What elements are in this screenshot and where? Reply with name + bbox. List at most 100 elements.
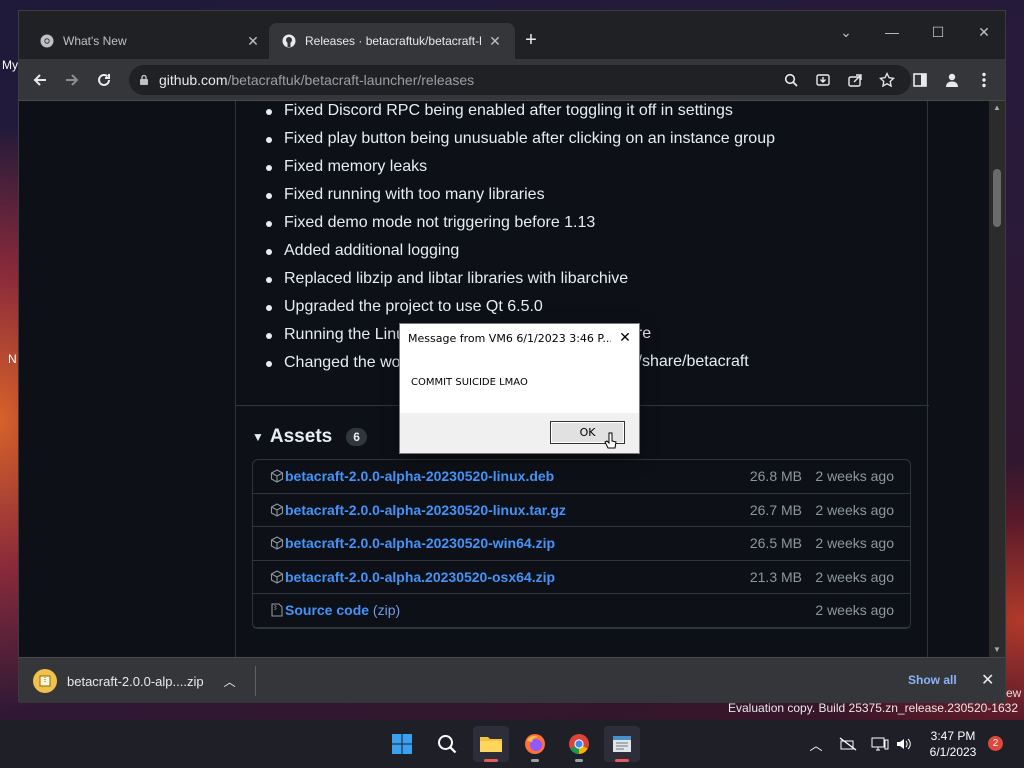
dialog-title: Message from VM6 6/1/2023 3:46 P... <box>408 331 611 345</box>
close-icon[interactable]: ✕ <box>981 670 994 690</box>
volume-icon[interactable] <box>894 734 914 754</box>
back-arrow-icon[interactable] <box>27 67 53 93</box>
new-tab-button[interactable]: + <box>517 27 545 55</box>
triangle-down-icon: ▼ <box>252 430 264 444</box>
url-host: github.com <box>159 72 228 88</box>
evaluation-watermark: Evaluation copy. Build 25375.zn_release.… <box>728 701 1018 715</box>
scroll-thumb[interactable] <box>993 169 1001 227</box>
assets-count-badge: 6 <box>346 428 367 446</box>
forward-arrow-icon[interactable] <box>59 67 85 93</box>
asset-size: 26.8 MB <box>749 468 802 485</box>
asset-date: 2 weeks ago <box>815 568 894 585</box>
tab-whats-new[interactable]: What's New ✕ <box>27 23 273 59</box>
reload-icon[interactable] <box>91 67 117 93</box>
asset-date: 2 weeks ago <box>815 535 894 552</box>
side-panel-icon[interactable] <box>907 67 933 93</box>
desktop-icon-label: My <box>2 58 18 72</box>
divider <box>255 666 256 696</box>
asset-date: 2 weeks ago <box>815 602 894 619</box>
download-item[interactable]: betacraft-2.0.0-alp....zip ︿ <box>33 664 236 698</box>
package-icon <box>269 468 285 484</box>
dialog-titlebar: Message from VM6 6/1/2023 3:46 P... ✕ <box>400 324 639 352</box>
close-icon[interactable]: ✕ <box>245 33 261 49</box>
firefox-icon[interactable] <box>517 726 553 762</box>
zoom-icon[interactable] <box>779 68 803 92</box>
table-row: betacraft-2.0.0-alpha-20230520-linux.tar… <box>253 494 910 527</box>
tab-title: Releases · betacraftuk/betacraft-l <box>305 34 482 48</box>
display-icon[interactable] <box>870 734 890 754</box>
package-icon <box>269 535 285 551</box>
close-window-button[interactable]: ✕ <box>961 17 1007 47</box>
asset-size: 26.7 MB <box>749 501 802 518</box>
tab-title: What's New <box>63 34 127 48</box>
assets-list: betacraft-2.0.0-alpha-20230520-linux.deb… <box>252 459 911 629</box>
table-row: betacraft-2.0.0-alpha-20230520-win64.zip… <box>253 527 910 561</box>
lock-icon[interactable] <box>139 74 149 86</box>
scrollbar[interactable]: ▲ ▼ <box>989 101 1005 657</box>
asset-link[interactable]: betacraft-2.0.0-alpha-20230520-win64.zip <box>285 535 712 551</box>
chevron-up-icon[interactable]: ︿ <box>806 734 826 754</box>
maximize-button[interactable]: ☐ <box>915 17 961 47</box>
close-icon[interactable]: ✕ <box>611 330 639 346</box>
install-app-icon[interactable] <box>811 68 835 92</box>
list-item: Upgraded the project to use Qt 6.5.0 <box>266 293 775 321</box>
desktop-edge-text: ew <box>1006 686 1022 700</box>
file-zip-icon <box>269 602 285 618</box>
scroll-down-icon[interactable]: ▼ <box>989 643 1005 657</box>
download-shelf: betacraft-2.0.0-alp....zip ︿ Show all ✕ <box>19 657 1005 703</box>
download-filename: betacraft-2.0.0-alp....zip <box>67 673 204 689</box>
table-row: betacraft-2.0.0-alpha.20230520-osx64.zip… <box>253 561 910 594</box>
chrome-icon[interactable] <box>561 726 597 762</box>
list-item: Fixed Discord RPC being enabled after to… <box>266 101 775 125</box>
address-bar[interactable]: github.com/betacraftuk/betacraft-launche… <box>129 65 911 95</box>
notification-badge[interactable]: 2 <box>988 736 1003 751</box>
profile-icon[interactable] <box>939 67 965 93</box>
source-code-link[interactable]: Source code (zip) <box>285 602 712 618</box>
show-all-link[interactable]: Show all <box>908 673 957 687</box>
chrome-icon <box>39 33 55 49</box>
bookmark-star-icon[interactable] <box>875 68 899 92</box>
network-disconnected-icon[interactable] <box>838 734 858 754</box>
tab-search-icon[interactable]: ⌄ <box>823 17 869 47</box>
share-icon[interactable] <box>843 68 867 92</box>
assets-title: Assets <box>269 426 333 447</box>
list-item: Fixed demo mode not triggering before 1.… <box>266 209 775 237</box>
assets-header[interactable]: ▼ Assets 6 <box>252 426 367 448</box>
scroll-up-icon[interactable]: ▲ <box>989 101 1005 115</box>
start-button[interactable] <box>384 726 420 762</box>
asset-link[interactable]: betacraft-2.0.0-alpha.20230520-osx64.zip <box>285 569 712 585</box>
system-clock[interactable]: 3:47 PM 6/1/2023 <box>922 728 984 760</box>
clock-time: 3:47 PM <box>930 729 976 743</box>
asset-date: 2 weeks ago <box>815 501 894 518</box>
list-item: Replaced libzip and libtar libraries wit… <box>266 265 775 293</box>
table-row: betacraft-2.0.0-alpha-20230520-linux.deb… <box>253 460 910 494</box>
source-code-label: Source code <box>285 602 370 619</box>
source-format: (zip) <box>372 602 401 619</box>
tab-strip: What's New ✕ Releases · betacraftuk/beta… <box>19 11 1005 59</box>
zip-file-icon <box>33 669 57 693</box>
note-visible-tail: l/share/betacraft <box>634 353 749 370</box>
asset-size: 21.3 MB <box>749 568 802 585</box>
package-icon <box>269 502 285 518</box>
url-path: /betacraftuk/betacraft-launcher/releases <box>227 72 475 88</box>
menu-kebab-icon[interactable] <box>971 67 997 93</box>
notepad-icon[interactable] <box>604 726 640 762</box>
package-icon <box>269 569 285 585</box>
dialog-message: COMMIT SUICIDE LMAO <box>400 352 639 413</box>
mouse-cursor-icon <box>604 432 618 457</box>
minimize-button[interactable]: — <box>869 17 915 47</box>
list-item: Fixed running with too many libraries <box>266 181 775 209</box>
file-explorer-icon[interactable] <box>473 726 509 762</box>
list-item: Fixed memory leaks <box>266 153 775 181</box>
chevron-up-icon[interactable]: ︿ <box>224 673 236 690</box>
asset-size: 26.5 MB <box>749 535 802 552</box>
search-icon[interactable] <box>429 726 465 762</box>
desktop-icon-label: N <box>8 352 17 366</box>
asset-date: 2 weeks ago <box>815 468 894 485</box>
clock-date: 6/1/2023 <box>929 745 977 759</box>
asset-link[interactable]: betacraft-2.0.0-alpha-20230520-linux.deb <box>285 468 712 484</box>
asset-link[interactable]: betacraft-2.0.0-alpha-20230520-linux.tar… <box>285 502 712 518</box>
list-item: Fixed play button being unusuable after … <box>266 125 775 153</box>
close-icon[interactable]: ✕ <box>487 33 503 49</box>
tab-releases[interactable]: Releases · betacraftuk/betacraft-l ✕ <box>269 23 515 59</box>
